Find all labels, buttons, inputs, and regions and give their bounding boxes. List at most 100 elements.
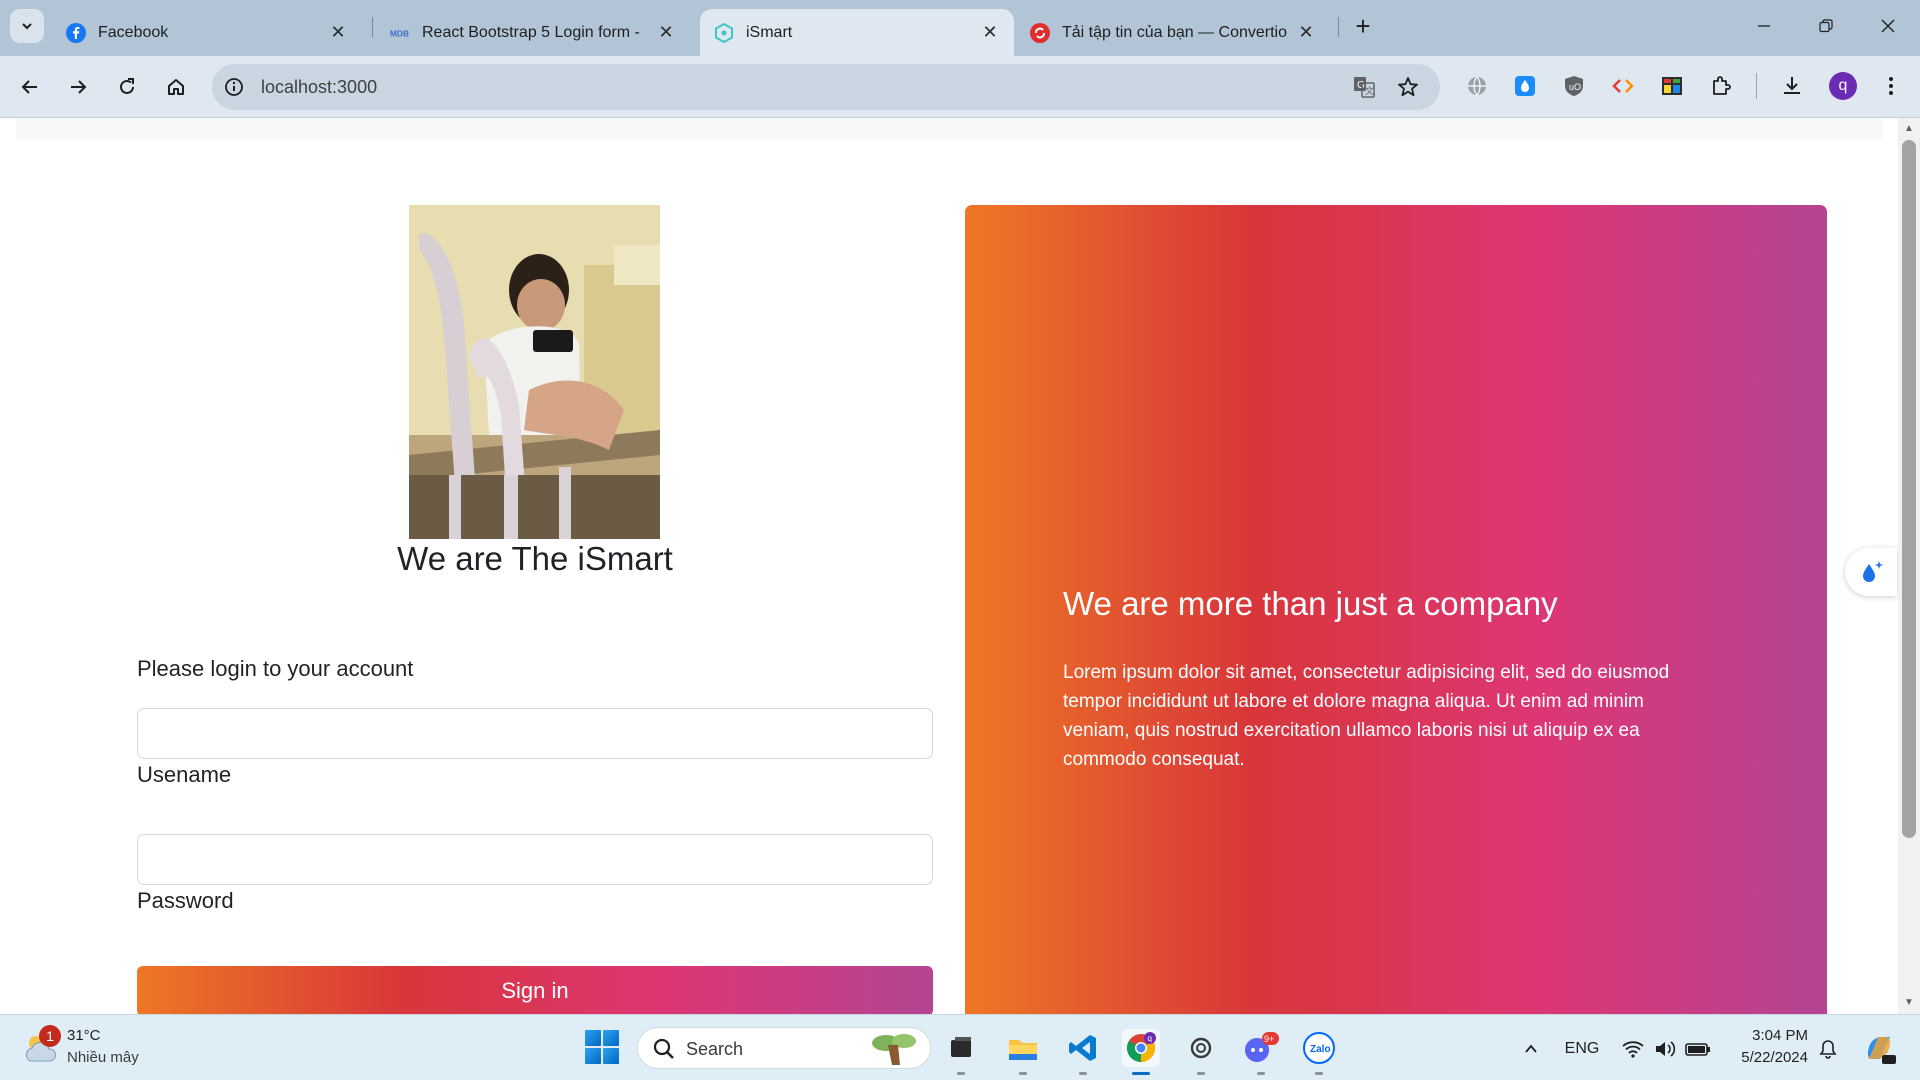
scroll-up-arrow-icon[interactable]: ▲	[1903, 123, 1915, 135]
chrome-badge: q	[1148, 1034, 1152, 1043]
taskbar-search-box[interactable]: Search	[637, 1027, 931, 1069]
back-button[interactable]	[13, 70, 47, 104]
scrollbar-thumb[interactable]	[1902, 140, 1916, 838]
openai-icon	[1190, 1037, 1212, 1059]
taskbar-file-explorer[interactable]	[1004, 1029, 1042, 1075]
close-icon[interactable]: ✕	[980, 22, 1000, 43]
running-indicator	[1257, 1072, 1265, 1075]
login-prompt: Please login to your account	[137, 656, 414, 681]
globe-extension-icon[interactable]	[1464, 73, 1490, 99]
minimize-icon	[1758, 25, 1770, 27]
drop-extension-icon[interactable]	[1512, 73, 1538, 99]
page-scrollbar[interactable]: ▲ ▼	[1898, 118, 1920, 1014]
mdb-icon: MDB	[390, 23, 410, 43]
taskbar-chatgpt[interactable]	[1182, 1029, 1220, 1075]
translate-icon[interactable]: G文	[1352, 75, 1376, 99]
zalo-label: Zalo	[1310, 1044, 1331, 1055]
tab-search-button[interactable]	[10, 9, 44, 43]
tab-title: iSmart	[746, 23, 793, 41]
brand-title: We are The iSmart	[397, 540, 673, 577]
arrow-left-icon	[21, 80, 37, 94]
folder-icon	[1009, 1040, 1037, 1060]
running-indicator	[957, 1072, 965, 1075]
address-bar[interactable]: localhost:3000 G文	[212, 64, 1440, 110]
close-icon	[1881, 19, 1895, 33]
discord-badge: 9+	[1264, 1034, 1274, 1044]
puzzle-extensions-icon[interactable]	[1708, 73, 1734, 99]
windows-logo-tile	[585, 1030, 601, 1046]
url-text[interactable]: localhost:3000	[261, 64, 377, 110]
sign-in-button[interactable]: Sign in	[137, 966, 933, 1016]
code-extension-icon[interactable]	[1610, 73, 1636, 99]
new-tab-button[interactable]: +	[1348, 11, 1378, 41]
taskbar-chrome[interactable]: q	[1122, 1029, 1160, 1075]
windows-logo-tile	[585, 1048, 601, 1064]
username-label: Usename	[137, 762, 232, 787]
tab-convertio[interactable]: Tải tập tin của bạn — Convertio ✕	[1016, 9, 1330, 56]
minimize-button[interactable]	[1744, 10, 1784, 42]
reload-icon	[120, 78, 134, 94]
close-icon[interactable]: ✕	[328, 22, 348, 43]
taskbar-discord[interactable]: 9+	[1242, 1029, 1280, 1075]
language-indicator[interactable]: ENG	[1560, 1037, 1604, 1061]
forward-button[interactable]	[61, 70, 95, 104]
windows-logo-tile	[603, 1030, 619, 1046]
taskbar-vscode[interactable]	[1064, 1029, 1102, 1075]
floating-assistant-button[interactable]	[1845, 548, 1897, 596]
tab-react-bootstrap[interactable]: MDB React Bootstrap 5 Login form - ✕	[376, 9, 690, 56]
svg-text:MDB: MDB	[390, 28, 409, 38]
kebab-menu-icon[interactable]	[1878, 73, 1904, 99]
promo-panel: We are more than just a company Lorem ip…	[965, 205, 1827, 1016]
running-indicator	[1315, 1072, 1323, 1075]
chevron-up-icon	[1525, 1044, 1537, 1053]
close-icon[interactable]: ✕	[656, 22, 676, 43]
tab-title: Facebook	[98, 23, 169, 41]
weather-description[interactable]: Nhiều mây	[67, 1049, 139, 1066]
tab-title: React Bootstrap 5 Login form -	[422, 23, 640, 41]
wifi-icon[interactable]	[1620, 1037, 1646, 1061]
star-icon[interactable]	[1396, 75, 1420, 99]
windows-start-button[interactable]	[585, 1030, 619, 1064]
close-icon[interactable]: ✕	[1296, 22, 1316, 43]
close-window-button[interactable]	[1868, 10, 1908, 42]
facebook-icon	[66, 22, 86, 43]
battery-icon[interactable]	[1684, 1037, 1712, 1061]
search-icon	[653, 1038, 674, 1059]
notification-bell-icon[interactable]	[1816, 1037, 1840, 1061]
taskbar-task-view[interactable]	[942, 1029, 980, 1075]
site-info-icon[interactable]	[222, 75, 246, 99]
scroll-down-arrow-icon[interactable]: ▼	[1903, 997, 1915, 1009]
sparkle-drop-icon	[1863, 561, 1883, 582]
tab-ismart[interactable]: iSmart ✕	[700, 9, 1014, 56]
home-button[interactable]	[159, 70, 193, 104]
windows-logo-tile	[603, 1048, 619, 1064]
password-input[interactable]	[137, 834, 933, 885]
weather-temperature[interactable]: 31°C	[67, 1027, 101, 1044]
vscode-icon	[1069, 1035, 1096, 1061]
chrome-icon: q	[1127, 1032, 1156, 1062]
restore-button[interactable]	[1806, 10, 1846, 42]
browser-toolbar: localhost:3000 G文 uO q	[0, 56, 1920, 118]
running-indicator	[1132, 1072, 1150, 1075]
restore-icon	[1819, 19, 1833, 33]
profile-avatar[interactable]: q	[1829, 72, 1857, 100]
chevron-down-icon	[22, 23, 32, 30]
ublock-shield-icon[interactable]: uO	[1561, 73, 1587, 99]
clock-date[interactable]: 5/22/2024	[1728, 1049, 1808, 1066]
devtools-extension-icon[interactable]	[1659, 73, 1685, 99]
discord-icon: 9+	[1245, 1032, 1279, 1062]
volume-icon[interactable]	[1652, 1037, 1678, 1061]
react-icon	[714, 22, 734, 43]
convertio-icon	[1030, 22, 1050, 43]
tab-facebook[interactable]: Facebook ✕	[52, 9, 362, 56]
search-placeholder: Search	[686, 1039, 744, 1059]
download-icon[interactable]	[1779, 73, 1805, 99]
home-icon	[168, 79, 184, 95]
clock-time[interactable]: 3:04 PM	[1748, 1027, 1808, 1044]
reload-button[interactable]	[110, 70, 144, 104]
username-input[interactable]	[137, 708, 933, 759]
copilot-icon[interactable]	[1860, 1029, 1898, 1067]
show-hidden-icons-button[interactable]	[1520, 1037, 1542, 1061]
svg-text:G: G	[1357, 80, 1365, 91]
taskbar-zalo[interactable]: Zalo	[1300, 1029, 1338, 1075]
